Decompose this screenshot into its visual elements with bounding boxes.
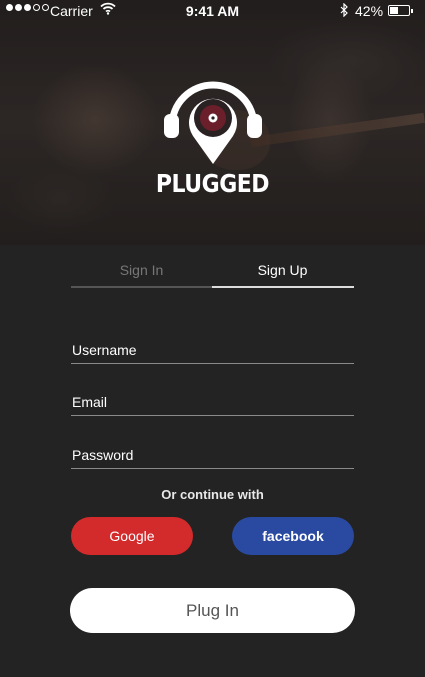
status-bar: Carrier 9:41 AM 42% — [0, 0, 425, 24]
battery-icon — [388, 5, 413, 16]
tab-sign-in[interactable]: Sign In — [71, 262, 212, 278]
google-login-button[interactable]: Google — [71, 517, 193, 555]
username-field[interactable] — [71, 338, 354, 362]
email-field[interactable] — [71, 390, 354, 414]
email-field-group — [71, 390, 354, 420]
battery-percentage: 42% — [355, 3, 384, 19]
auth-tabs: Sign In Sign Up — [71, 262, 354, 290]
tab-indicator-inactive — [71, 286, 212, 288]
email-underline — [71, 415, 354, 416]
brand-wordmark: PLUGGED — [155, 170, 270, 199]
tab-indicator-active — [212, 286, 354, 288]
password-field[interactable] — [71, 443, 354, 467]
social-login-prompt: Or continue with — [161, 487, 264, 502]
username-field-group — [71, 338, 354, 368]
password-underline — [71, 468, 354, 469]
tab-sign-up[interactable]: Sign Up — [212, 262, 353, 278]
username-underline — [71, 363, 354, 364]
facebook-login-button[interactable]: facebook — [232, 517, 354, 555]
bluetooth-icon — [340, 2, 349, 20]
headphones-pin-logo-icon — [162, 76, 264, 166]
plug-in-button[interactable]: Plug In — [70, 588, 355, 633]
password-field-group — [71, 443, 354, 473]
